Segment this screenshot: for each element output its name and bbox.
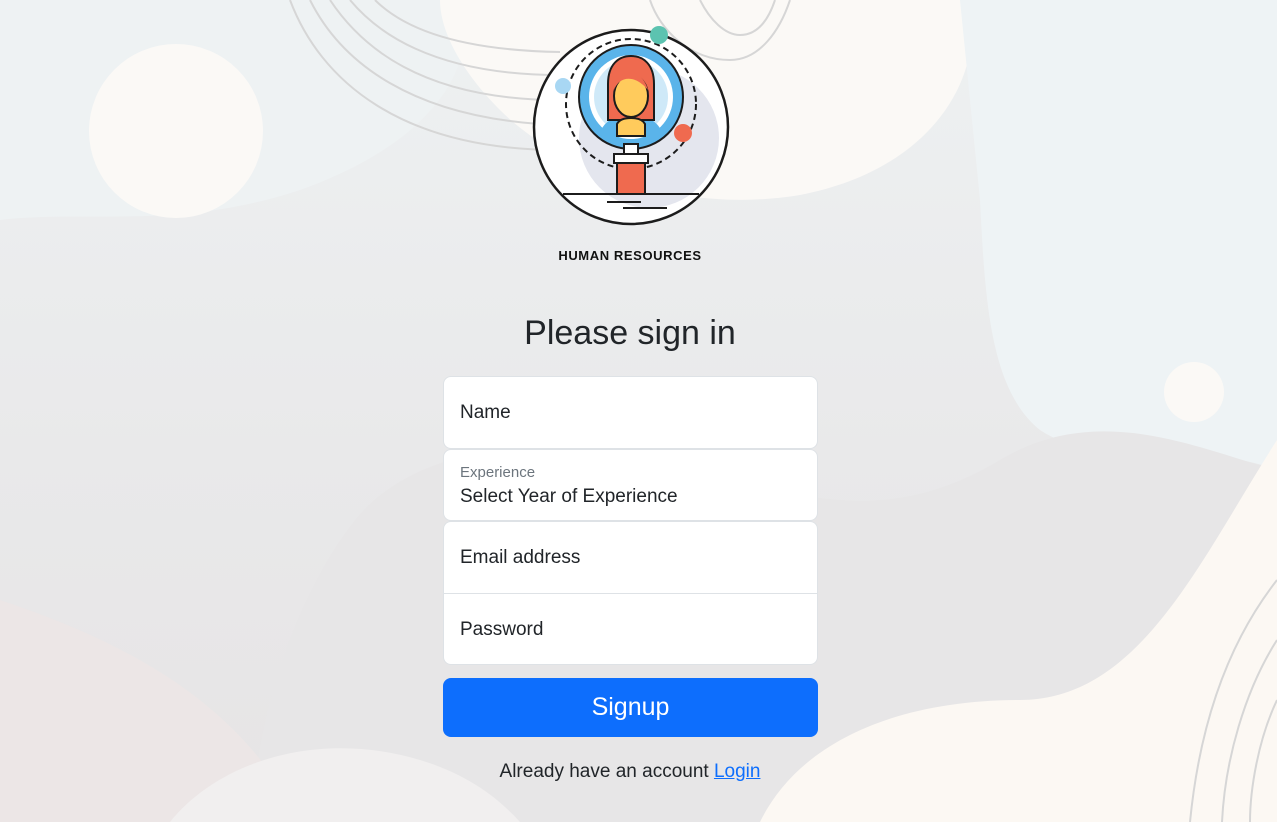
experience-selected-value: Select Year of Experience: [460, 486, 678, 507]
signup-button[interactable]: Signup: [443, 678, 818, 737]
password-field[interactable]: Password: [443, 593, 818, 665]
experience-label: Experience: [460, 464, 536, 481]
login-link[interactable]: Login: [714, 761, 761, 782]
brand-name: HUMAN RESOURCES: [558, 248, 702, 263]
page-title: Please sign in: [524, 314, 736, 352]
login-prompt-text: Already have an account: [499, 761, 709, 782]
name-label: Name: [460, 402, 511, 423]
hr-person-magnifier-icon: [532, 26, 730, 226]
email-field[interactable]: Email address: [443, 521, 818, 594]
name-field[interactable]: Name: [443, 376, 818, 449]
login-prompt: Already have an account Login: [430, 761, 830, 783]
signin-page: HUMAN RESOURCES Please sign in Name Expe…: [0, 0, 1277, 822]
email-label: Email address: [460, 547, 581, 568]
password-label: Password: [460, 619, 544, 640]
experience-select[interactable]: Experience Select Year of Experience: [443, 449, 818, 521]
